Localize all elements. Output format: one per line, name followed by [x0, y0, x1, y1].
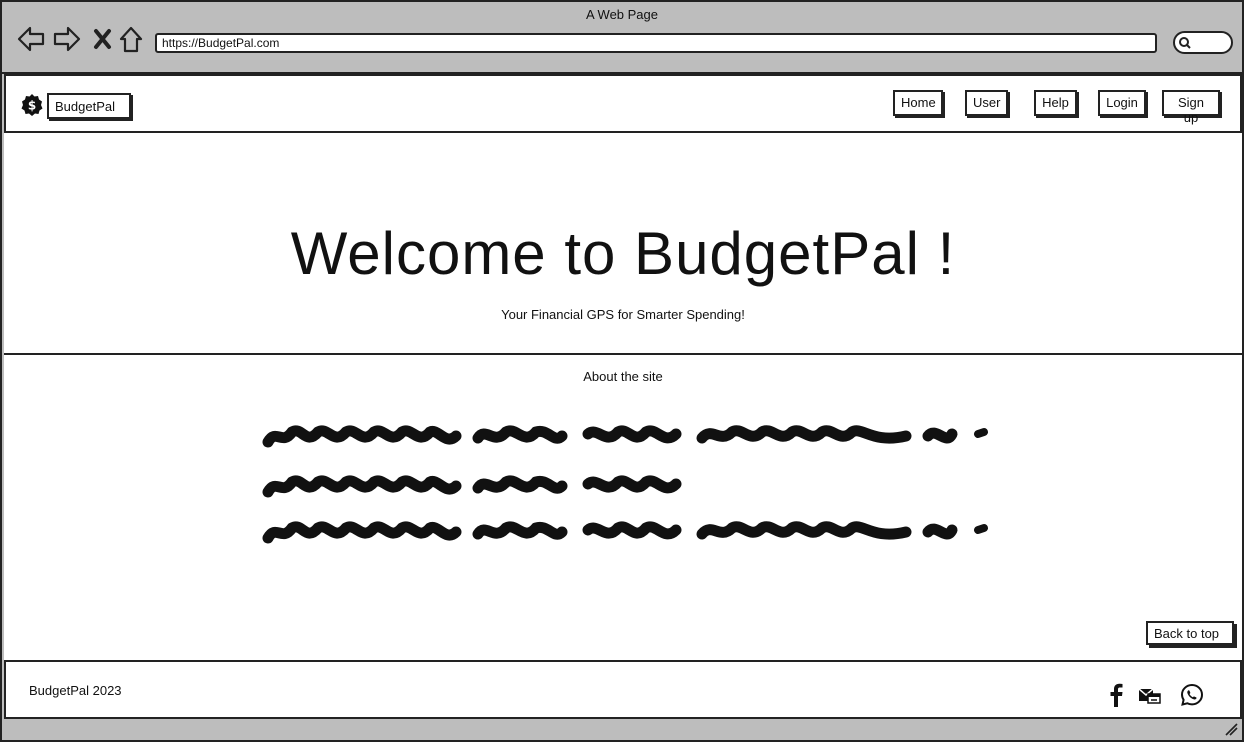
- placeholder-text-line: [262, 521, 988, 544]
- back-arrow-icon[interactable]: [16, 24, 46, 54]
- site-header: $ BudgetPal Home User Help Login Sign up: [4, 74, 1242, 133]
- nav-user-link[interactable]: User: [965, 90, 1008, 116]
- home-icon[interactable]: [116, 24, 146, 54]
- about-section-title: About the site: [583, 369, 663, 384]
- url-bar[interactable]: https://BudgetPal.com: [155, 33, 1157, 53]
- hero-section: Welcome to BudgetPal ! Your Financial GP…: [4, 133, 1242, 355]
- forward-arrow-icon[interactable]: [52, 24, 82, 54]
- nav-home-link[interactable]: Home: [893, 90, 943, 116]
- resize-handle-icon[interactable]: [1224, 722, 1238, 736]
- nav-login-link[interactable]: Login: [1098, 90, 1146, 116]
- nav-help-link[interactable]: Help: [1034, 90, 1077, 116]
- close-icon[interactable]: [88, 24, 118, 54]
- hero-title: Welcome to BudgetPal !: [290, 220, 956, 287]
- browser-window: A Web Page https://BudgetPal.com $ Budge…: [0, 0, 1244, 742]
- browser-search-field[interactable]: [1173, 31, 1233, 54]
- search-icon: [1179, 37, 1191, 49]
- brand-name[interactable]: BudgetPal: [47, 93, 131, 119]
- page-content: $ BudgetPal Home User Help Login Sign up…: [4, 74, 1242, 719]
- mail-icon[interactable]: [1136, 682, 1162, 708]
- footer-copyright: BudgetPal 2023: [29, 683, 122, 698]
- placeholder-text-line: [262, 475, 682, 498]
- dollar-logo-icon: $: [21, 94, 43, 116]
- svg-text:$: $: [28, 99, 36, 113]
- hero-tagline: Your Financial GPS for Smarter Spending!: [501, 307, 745, 322]
- nav-signup-link[interactable]: Sign up: [1162, 90, 1220, 125]
- back-to-top-button[interactable]: Back to top: [1146, 621, 1234, 645]
- placeholder-text-line: [262, 425, 988, 448]
- facebook-icon[interactable]: [1103, 682, 1129, 708]
- whatsapp-icon[interactable]: [1179, 682, 1205, 708]
- site-footer: BudgetPal 2023: [4, 660, 1242, 719]
- browser-titlebar: A Web Page https://BudgetPal.com: [2, 2, 1242, 74]
- window-title: A Web Page: [585, 7, 659, 22]
